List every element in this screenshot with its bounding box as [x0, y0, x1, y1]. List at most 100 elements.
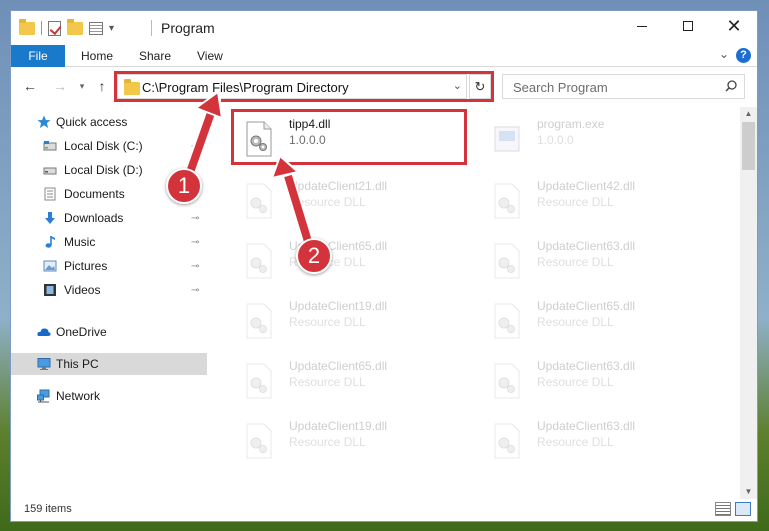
navigation-bar: ← → ▾ ↑ C:\Program Files\Program Directo…	[11, 71, 757, 102]
tab-home[interactable]: Home	[81, 45, 113, 67]
exe-icon	[494, 126, 520, 152]
network-icon	[37, 389, 50, 403]
file-description: Resource DLL	[289, 195, 366, 209]
sidebar-item-downloads[interactable]: Downloads ⊸	[11, 207, 207, 229]
sidebar-item-label: Network	[56, 389, 101, 403]
vertical-scrollbar[interactable]: ▲ ▼	[740, 107, 757, 499]
file-tile[interactable]: UpdateClient65.dll Resource DLL	[233, 353, 473, 409]
window-title: Program	[161, 20, 215, 36]
search-input[interactable]: Search Program	[513, 80, 608, 95]
file-tile[interactable]: UpdateClient65.dll Resource DLL	[233, 233, 473, 289]
properties-check-icon[interactable]	[48, 20, 61, 36]
dll-icon	[494, 423, 520, 459]
quick-access-toolbar: ▾	[19, 18, 114, 37]
recent-locations-button[interactable]: ▾	[73, 76, 91, 96]
sidebar-item-pictures[interactable]: Pictures ⊸	[11, 255, 207, 277]
customize-icon[interactable]	[89, 21, 103, 35]
dll-icon	[494, 303, 520, 339]
tab-share[interactable]: Share	[139, 45, 171, 67]
pin-icon[interactable]: ⊸	[191, 141, 199, 152]
maximize-button[interactable]	[665, 11, 711, 41]
up-button[interactable]: ↑	[93, 76, 111, 96]
pin-icon[interactable]: ⊸	[191, 213, 199, 224]
file-name: UpdateClient65.dll	[537, 299, 636, 313]
details-view-icon[interactable]	[715, 502, 731, 516]
sidebar-item-label: OneDrive	[56, 325, 107, 339]
forward-button[interactable]: →	[51, 76, 69, 96]
file-tile[interactable]: UpdateClient63.dll Resource DLL	[481, 353, 721, 409]
file-tile-program-exe[interactable]: program.exe 1.0.0.0	[481, 111, 721, 167]
qat-dropdown-icon[interactable]: ▾	[109, 23, 114, 34]
address-highlight	[114, 71, 494, 102]
item-count: 159 items	[24, 503, 72, 515]
minimize-button[interactable]	[619, 11, 665, 41]
cloud-icon	[37, 328, 51, 336]
sidebar-item-label: Quick access	[56, 115, 128, 129]
dll-icon	[246, 243, 272, 279]
sidebar-item-onedrive[interactable]: OneDrive	[11, 321, 207, 343]
pin-icon[interactable]: ⊸	[191, 285, 199, 296]
status-bar: 159 items	[11, 497, 757, 521]
sidebar-item-label: Local Disk (C:)	[64, 139, 143, 153]
sidebar-item-label: Videos	[64, 283, 101, 297]
title-bar: ▾ Program ✕	[11, 11, 757, 45]
file-name: UpdateClient42.dll	[537, 179, 636, 193]
explorer-window: ▾ Program ✕ File Home Share View ⌄ ? ← →…	[10, 10, 758, 522]
file-tile[interactable]: UpdateClient65.dll Resource DLL	[481, 293, 721, 349]
file-tile[interactable]: UpdateClient63.dll Resource DLL	[481, 233, 721, 289]
close-icon: ✕	[726, 16, 742, 36]
sidebar-item-label: Local Disk (D:)	[64, 163, 143, 177]
file-description: Resource DLL	[537, 255, 614, 269]
star-icon	[37, 115, 51, 128]
scroll-up-icon[interactable]: ▲	[740, 107, 757, 121]
file-tile[interactable]: UpdateClient19.dll Resource DLL	[233, 413, 473, 469]
file-highlight	[231, 109, 467, 165]
sidebar-item-quick-access[interactable]: Quick access	[11, 111, 207, 133]
file-tile[interactable]: UpdateClient42.dll Resource DLL	[481, 173, 721, 229]
file-version: 1.0.0.0	[537, 133, 574, 147]
sidebar-item-local-disk-c[interactable]: Local Disk (C:) ⊸	[11, 135, 207, 157]
sidebar-item-videos[interactable]: Videos ⊸	[11, 279, 207, 301]
file-name: UpdateClient65.dll	[289, 359, 388, 373]
downloads-icon	[45, 212, 55, 224]
tab-file[interactable]: File	[11, 45, 65, 67]
back-button[interactable]: ←	[21, 76, 39, 96]
file-description: Resource DLL	[537, 435, 614, 449]
sidebar-item-this-pc[interactable]: This PC	[11, 353, 207, 375]
sidebar-item-label: Music	[64, 235, 96, 249]
pin-icon[interactable]: ⊸	[191, 261, 199, 272]
file-name: UpdateClient19.dll	[289, 419, 388, 433]
navigation-pane: Quick access Local Disk (C:) ⊸ Local Dis…	[11, 107, 207, 499]
scroll-thumb[interactable]	[742, 122, 755, 170]
drive-icon	[43, 167, 57, 175]
pin-icon[interactable]: ⊸	[191, 237, 199, 248]
ribbon-expand-icon[interactable]: ⌄	[719, 47, 729, 61]
file-name: UpdateClient63.dll	[537, 359, 636, 373]
tab-view[interactable]: View	[197, 45, 223, 67]
search-icon[interactable]	[725, 80, 737, 92]
large-icons-view-icon[interactable]	[735, 502, 751, 516]
close-button[interactable]: ✕	[711, 11, 757, 41]
documents-icon	[44, 187, 56, 201]
search-box[interactable]: Search Program	[502, 74, 745, 99]
file-name: UpdateClient19.dll	[289, 299, 388, 313]
file-tile[interactable]: UpdateClient21.dll Resource DLL	[233, 173, 473, 229]
toolbar-divider	[41, 21, 42, 35]
file-tile[interactable]: UpdateClient63.dll Resource DLL	[481, 413, 721, 469]
title-divider	[151, 20, 152, 36]
sidebar-item-network[interactable]: Network	[11, 385, 207, 407]
file-tile[interactable]: UpdateClient19.dll Resource DLL	[233, 293, 473, 349]
help-icon[interactable]: ?	[736, 48, 751, 63]
pictures-icon	[43, 260, 57, 272]
file-name: UpdateClient63.dll	[537, 239, 636, 253]
folder-icon[interactable]	[19, 18, 35, 35]
dll-icon	[246, 303, 272, 339]
drive-icon	[43, 141, 57, 151]
sidebar-item-music[interactable]: Music ⊸	[11, 231, 207, 253]
dll-icon	[246, 363, 272, 399]
dll-icon	[494, 363, 520, 399]
new-folder-icon[interactable]	[67, 18, 83, 35]
music-icon	[45, 236, 55, 248]
step-2-badge: 2	[296, 238, 332, 274]
file-description: Resource DLL	[289, 435, 366, 449]
